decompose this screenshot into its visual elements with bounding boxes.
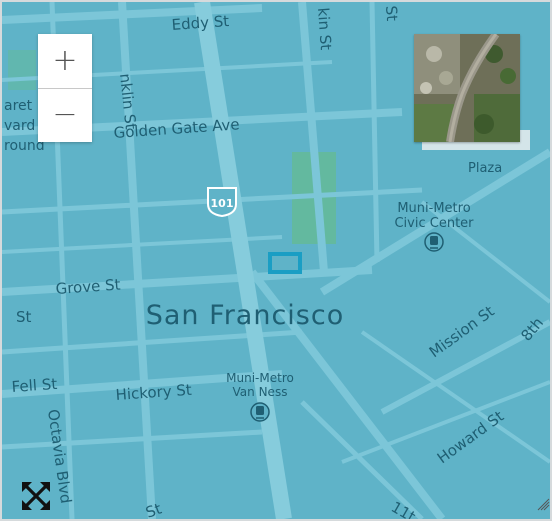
zoom-out-button[interactable]: − (38, 88, 92, 142)
place-label-van-ness-line2: Van Ness (233, 385, 288, 399)
place-label-fragment-1: aret (4, 98, 33, 114)
street-label-top-st: St (382, 5, 401, 22)
fullscreen-icon (22, 482, 50, 510)
street-label-larkin: kin St (314, 7, 335, 51)
left-park (8, 50, 36, 90)
transit-icon[interactable] (250, 402, 270, 422)
svg-text:101: 101 (211, 197, 234, 210)
place-label-civic-center-line2: Civic Center (394, 216, 474, 231)
attribution-corner[interactable] (536, 496, 550, 511)
transit-icon[interactable] (424, 232, 444, 252)
street-label-fell: Fell St (11, 375, 58, 396)
attribution-icon (537, 498, 550, 511)
map-viewport[interactable]: 101 Eddy St nklin St kin St St Golden Ga… (0, 0, 552, 521)
place-label-fragment-2: vard (4, 118, 35, 134)
fullscreen-button[interactable] (20, 480, 52, 512)
minus-icon: − (52, 97, 78, 132)
zoom-in-button[interactable]: + (38, 34, 92, 89)
minimap-aerial[interactable] (414, 34, 520, 142)
street-label-left-st: St (16, 308, 32, 326)
place-label-van-ness-line1: Muni-Metro (226, 371, 294, 385)
zoom-control: + − (38, 34, 92, 142)
place-label-plaza: Plaza (468, 161, 502, 176)
highway-101-shield: 101 (207, 187, 237, 218)
plus-icon: + (52, 43, 78, 78)
place-label-civic-center-line1: Muni-Metro (397, 201, 470, 216)
city-label: San Francisco (146, 300, 344, 331)
